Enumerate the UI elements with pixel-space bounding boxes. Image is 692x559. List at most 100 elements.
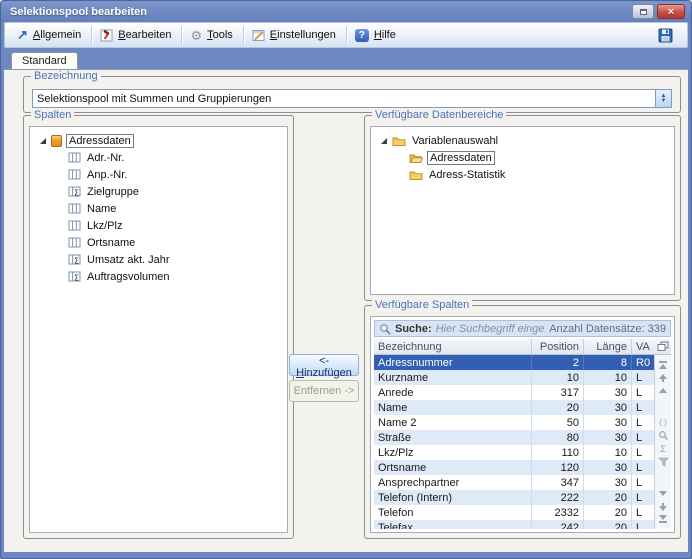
expand-icon[interactable]: [381, 137, 387, 144]
save-button[interactable]: [652, 26, 681, 45]
filter-icon[interactable]: [657, 455, 670, 468]
settings-window-icon: [252, 29, 265, 41]
column-chooser-icon: [657, 341, 668, 351]
folder-closed-icon: [392, 137, 406, 146]
verfuegbare-spalten-group-label: Verfügbare Spalten: [372, 299, 473, 311]
tree-item[interactable]: Σ Auftragsvolumen: [36, 268, 287, 285]
datenbereiche-group: Verfügbare Datenbereiche Variablenauswah…: [364, 109, 681, 301]
table-row[interactable]: Telefon 2332 20 L: [374, 505, 654, 520]
spalten-tree[interactable]: Adressdaten Adr.-Nr. Anp.-Nr. Σ Zielgruppe Na…: [29, 126, 288, 533]
large-up-icon[interactable]: [657, 371, 670, 384]
bezeichnung-group: Bezeichnung Selektionspool mit Summen un…: [23, 70, 681, 113]
tree-item[interactable]: Adr.-Nr.: [36, 149, 287, 166]
table-row[interactable]: Name 2 50 30 L: [374, 415, 654, 430]
content-panel: Bezeichnung Selektionspool mit Summen un…: [4, 69, 688, 552]
toolbar-hilfe[interactable]: ? Hilfe: [349, 27, 404, 44]
brackets-icon: ( ): [659, 417, 667, 427]
goto-last-icon[interactable]: [657, 513, 670, 526]
column-icon: [68, 152, 81, 163]
goto-first-icon[interactable]: [657, 358, 670, 371]
column-header-3[interactable]: VA: [632, 339, 654, 354]
brackets-icon[interactable]: ( ): [657, 416, 670, 429]
column-header-2[interactable]: Länge: [584, 339, 632, 354]
tree-item[interactable]: Lkz/Plz: [36, 217, 287, 234]
tree-item[interactable]: Adress-Statistik: [377, 166, 674, 183]
table-row[interactable]: Telefon (Intern) 222 20 L: [374, 490, 654, 505]
search-icon: [380, 323, 391, 335]
svg-text:Σ: Σ: [74, 274, 79, 283]
svg-text:Σ: Σ: [74, 257, 79, 266]
sum-icon: Σ: [660, 443, 666, 454]
tree-item[interactable]: Adressdaten: [36, 132, 287, 149]
close-icon: ×: [667, 5, 675, 18]
close-button[interactable]: ×: [657, 4, 685, 19]
table-row[interactable]: Anrede 317 30 L: [374, 385, 654, 400]
table-header[interactable]: Bezeichnung Position Länge VA: [374, 339, 671, 355]
svg-text:Σ: Σ: [74, 189, 79, 198]
bezeichnung-combobox[interactable]: Selektionspool mit Summen und Gruppierun…: [32, 89, 672, 108]
tree-item[interactable]: Name: [36, 200, 287, 217]
table-row[interactable]: Telefax 242 20 L: [374, 520, 654, 529]
search-small-icon: [658, 431, 668, 440]
column-header-1[interactable]: Position: [532, 339, 584, 354]
data-cube-icon: [51, 134, 62, 147]
expand-icon[interactable]: [40, 137, 46, 144]
table-row[interactable]: Ortsname 120 30 L: [374, 460, 654, 475]
edit-tool-icon: [100, 29, 113, 41]
add-button[interactable]: <- Hinzufügen: [289, 354, 359, 379]
column-sum-icon: Σ: [68, 186, 81, 198]
column-icon: [68, 169, 81, 180]
restore-icon: [639, 8, 647, 15]
search-label: Suche:: [395, 322, 432, 335]
sum-icon[interactable]: Σ: [657, 442, 670, 455]
titlebar[interactable]: Selektionspool bearbeiten ×: [1, 1, 691, 22]
table-row[interactable]: Straße 80 30 L: [374, 430, 654, 445]
column-header-0[interactable]: Bezeichnung: [374, 339, 532, 354]
table-row[interactable]: Name 20 30 L: [374, 400, 654, 415]
toolbar-allgemein[interactable]: ↗ Allgemein: [11, 27, 89, 43]
table-row[interactable]: Adressnummer 2 8 R0: [374, 355, 654, 370]
folder-open-icon: [409, 154, 423, 163]
tree-item[interactable]: Adressdaten: [377, 149, 674, 166]
search-nav-icon[interactable]: [657, 429, 670, 442]
bezeichnung-group-label: Bezeichnung: [31, 70, 101, 82]
remove-button[interactable]: Entfernen ->: [289, 380, 359, 402]
window-title: Selektionspool bearbeiten: [10, 5, 147, 18]
table-row[interactable]: Lkz/Plz 110 10 L: [374, 445, 654, 460]
column-sum-icon: Σ: [68, 271, 81, 283]
datenbereiche-tree[interactable]: Variablenauswahl Adressdaten Adress-Statis…: [370, 126, 675, 295]
restore-button[interactable]: [632, 4, 654, 19]
toolbar: ↗ Allgemein Bearbeiten ⚙ Tools Einstellungen?…: [4, 22, 688, 48]
column-sum-icon: Σ: [68, 254, 81, 266]
tree-item[interactable]: Anp.-Nr.: [36, 166, 287, 183]
tree-item[interactable]: Σ Zielgruppe: [36, 183, 287, 200]
save-floppy-icon: [658, 28, 673, 42]
tab-standard[interactable]: Standard: [11, 52, 78, 70]
tree-item[interactable]: Σ Umsatz akt. Jahr: [36, 251, 287, 268]
spalten-group: Spalten Adressdaten Adr.-Nr. Anp.-Nr. Σ Ziel…: [23, 109, 294, 539]
tree-item[interactable]: Variablenauswahl: [377, 132, 674, 149]
datenbereiche-group-label: Verfügbare Datenbereiche: [372, 109, 507, 121]
large-down-icon[interactable]: [657, 500, 670, 513]
bezeichnung-value: Selektionspool mit Summen und Gruppierun…: [37, 92, 272, 105]
toolbar-bearbeiten[interactable]: Bearbeiten: [94, 27, 179, 44]
table-row[interactable]: Ansprechpartner 347 30 L: [374, 475, 654, 490]
small-up-icon[interactable]: [657, 384, 670, 397]
column-icon: [68, 237, 81, 248]
toolbar-einstellungen[interactable]: Einstellungen: [246, 27, 344, 44]
combo-spinner-icon[interactable]: ▲ ▼: [655, 90, 671, 107]
column-icon: [68, 220, 81, 231]
column-chooser-button[interactable]: [654, 339, 671, 354]
small-down-icon[interactable]: [657, 487, 670, 500]
verfuegbare-spalten-group: Verfügbare Spalten Suche: Hier Suchbegri…: [364, 299, 681, 539]
search-bar[interactable]: Suche: Hier Suchbegriff eingebe Anzahl D…: [374, 320, 671, 337]
table-row[interactable]: Kurzname 10 10 L: [374, 370, 654, 385]
column-icon: [68, 203, 81, 214]
folder-closed-icon: [409, 171, 423, 180]
toolbar-tools[interactable]: ⚙ Tools: [184, 27, 240, 44]
search-placeholder[interactable]: Hier Suchbegriff eingebe: [436, 323, 546, 335]
columns-table: Bezeichnung Position Länge VA Adressnummer 2…: [374, 339, 671, 529]
arrow-up-right-icon: ↗: [17, 27, 28, 42]
verfuegbare-spalten-panel: Suche: Hier Suchbegriff eingebe Anzahl D…: [370, 316, 675, 533]
tree-item[interactable]: Ortsname: [36, 234, 287, 251]
